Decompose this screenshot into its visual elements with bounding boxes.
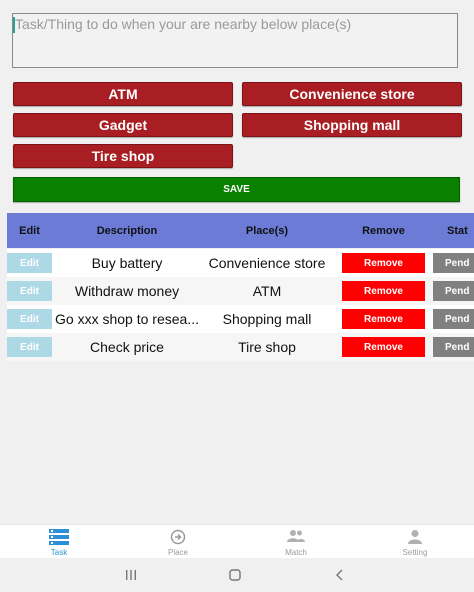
edit-button[interactable]: Edit [7, 337, 52, 357]
row-description: Withdraw money [74, 283, 180, 299]
header-remove: Remove [362, 224, 405, 237]
place-button-label: Convenience store [289, 86, 415, 102]
header-status: Stat [447, 224, 468, 237]
table-row: Edit Go xxx shop to resea... Shopping ma… [7, 305, 474, 333]
row-place: Shopping mall [222, 311, 312, 327]
nav-label-place: Place [167, 548, 188, 557]
save-button[interactable]: SAVE [13, 177, 460, 202]
remove-button[interactable]: Remove [342, 281, 425, 301]
nav-tab-match[interactable]: Match [237, 525, 355, 559]
place-button-label: Gadget [98, 117, 148, 133]
system-navigation-bar [0, 558, 474, 592]
save-button-label: SAVE [223, 184, 250, 195]
home-icon[interactable] [229, 569, 241, 581]
nav-label-task: Task [50, 548, 68, 557]
nav-label-setting: Setting [402, 548, 428, 557]
row-place: ATM [252, 283, 282, 299]
place-button-label: Tire shop [91, 148, 155, 164]
back-icon[interactable] [334, 569, 346, 581]
place-button-convenience-store[interactable]: Convenience store [242, 82, 462, 106]
place-button-shopping-mall[interactable]: Shopping mall [242, 113, 462, 137]
place-button-gadget[interactable]: Gadget [13, 113, 233, 137]
nav-tab-place[interactable]: Place [119, 525, 237, 559]
place-button-atm[interactable]: ATM [13, 82, 233, 106]
header-edit: Edit [19, 224, 40, 237]
row-description: Go xxx shop to resea... [55, 311, 199, 327]
table-row: Edit Check price Tire shop Remove Pend [7, 333, 474, 361]
place-button-tire-shop[interactable]: Tire shop [13, 144, 233, 168]
row-place: Tire shop [238, 339, 296, 355]
place-button-label: Shopping mall [303, 117, 401, 133]
nav-label-match: Match [285, 548, 307, 557]
list-icon [49, 529, 69, 545]
edit-button[interactable]: Edit [7, 281, 52, 301]
table-header: Edit Description Place(s) Remove Stat [7, 213, 474, 248]
bottom-navigation: Task Place Match Setting [0, 524, 474, 559]
place-button-label: ATM [108, 86, 138, 102]
header-places: Place(s) [245, 224, 289, 237]
remove-button[interactable]: Remove [342, 309, 425, 329]
remove-button[interactable]: Remove [342, 337, 425, 357]
status-button[interactable]: Pend [433, 337, 474, 357]
row-description: Check price [90, 339, 164, 355]
nav-tab-task[interactable]: Task [0, 525, 118, 559]
people-icon [287, 530, 305, 542]
table-row: Edit Buy battery Convenience store Remov… [7, 249, 474, 277]
edit-button[interactable]: Edit [7, 309, 52, 329]
recent-apps-icon[interactable] [125, 569, 137, 581]
nav-tab-setting[interactable]: Setting [356, 525, 474, 559]
table-row: Edit Withdraw money ATM Remove Pend [7, 277, 474, 305]
header-description: Description [96, 224, 158, 237]
row-description: Buy battery [91, 255, 163, 271]
user-icon [408, 530, 422, 544]
task-input[interactable] [12, 13, 458, 68]
status-button[interactable]: Pend [433, 281, 474, 301]
remove-button[interactable]: Remove [342, 253, 425, 273]
place-icon [170, 529, 186, 545]
text-caret [13, 17, 15, 33]
task-table[interactable]: Edit Description Place(s) Remove Stat Ed… [7, 213, 474, 363]
edit-button[interactable]: Edit [7, 253, 52, 273]
row-place: Convenience store [208, 255, 326, 271]
status-button[interactable]: Pend [433, 253, 474, 273]
status-button[interactable]: Pend [433, 309, 474, 329]
